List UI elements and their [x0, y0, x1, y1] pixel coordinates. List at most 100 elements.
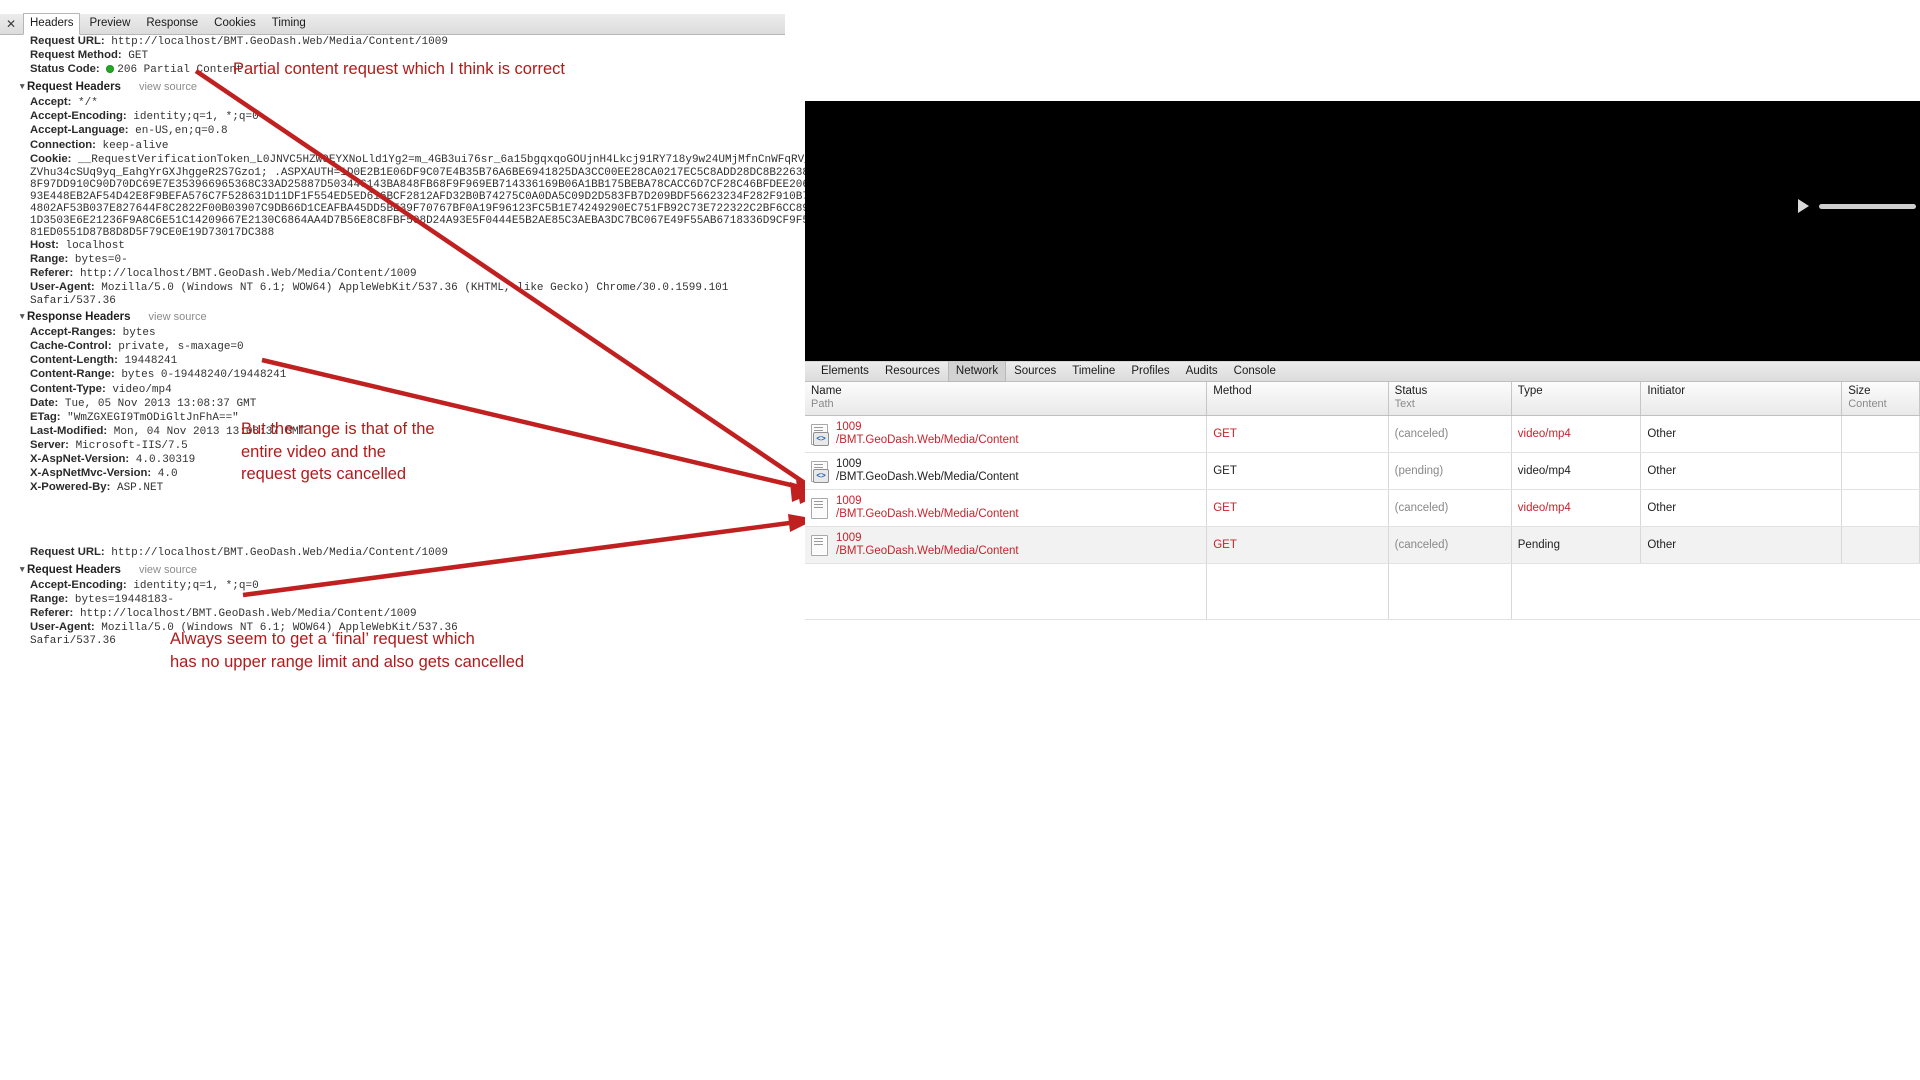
tab-headers[interactable]: Headers	[23, 13, 81, 35]
tab-timing[interactable]: Timing	[265, 13, 313, 35]
header-key: Host:	[30, 238, 59, 251]
cell-method: GET	[1206, 489, 1389, 527]
cell-type: video/mp4	[1511, 489, 1642, 527]
header-value: bytes=0-	[74, 253, 128, 266]
col-main: Name	[811, 385, 842, 397]
header-value: localhost	[65, 239, 125, 252]
header-key: X-AspNet-Version:	[30, 452, 130, 465]
request-path: /BMT.GeoDash.Web/Media/Content	[836, 545, 1019, 557]
column-header-initiator[interactable]: Initiator	[1640, 382, 1843, 416]
column-header-size[interactable]: Size Content	[1841, 382, 1920, 416]
tab-network[interactable]: Network	[947, 361, 1007, 382]
view-source-link[interactable]: view source	[139, 81, 197, 93]
table-row[interactable]: <> 1009 /BMT.GeoDash.Web/Media/Content G…	[805, 415, 1920, 453]
video-player[interactable]	[805, 101, 1920, 361]
table-row[interactable]: 1009 /BMT.GeoDash.Web/Media/Content GET …	[805, 526, 1920, 564]
col-sub: Text	[1394, 398, 1415, 410]
response-headers-section-title[interactable]: ▼Response Headers view source	[0, 309, 785, 325]
cell-initiator: Other	[1640, 526, 1843, 564]
header-value: ASP.NET	[116, 482, 164, 495]
cookie-value-line: 4802AF53B037E827644F8C2822F00B03907C9DB6…	[30, 202, 889, 215]
column-header-method[interactable]: Method	[1206, 382, 1389, 416]
cell-method: GET	[1206, 415, 1389, 453]
header-value: identity;q=1, *;q=0	[133, 111, 259, 124]
table-row[interactable]: 1009 /BMT.GeoDash.Web/Media/Content GET …	[805, 489, 1920, 527]
cell-name[interactable]: 1009 /BMT.GeoDash.Web/Media/Content	[805, 526, 1208, 564]
column-header-name[interactable]: Name Path	[805, 382, 1208, 416]
close-icon[interactable]: ✕	[0, 17, 22, 31]
header-value: 19448241	[124, 355, 178, 368]
header-row: Accept-Encoding: identity;q=1, *;q=0	[0, 579, 785, 593]
tab-response[interactable]: Response	[139, 13, 205, 35]
cookie-value-line: 1D3503E6E21236F9A8C6E51C14209667E2130C68…	[30, 214, 889, 227]
cell-name[interactable]: <> 1009 /BMT.GeoDash.Web/Media/Content	[805, 452, 1208, 490]
section-label: Request Headers	[27, 564, 121, 577]
header-key: Accept-Encoding:	[30, 110, 127, 123]
header-value: identity;q=1, *;q=0	[133, 580, 259, 593]
play-icon[interactable]	[1798, 199, 1809, 213]
status-code-label: Status Code:	[30, 63, 100, 76]
cell-name[interactable]: 1009 /BMT.GeoDash.Web/Media/Content	[805, 489, 1208, 527]
video-controls-bar[interactable]	[1790, 191, 1920, 221]
header-row: Connection: keep-alive	[0, 139, 785, 153]
anno-final-request: Always seem to get a ‘final’ request whi…	[170, 630, 525, 671]
request-name: 1009	[836, 421, 862, 433]
header-value: 4.0.30319	[135, 453, 196, 466]
tab-resources[interactable]: Resources	[877, 361, 948, 382]
document-icon	[811, 497, 829, 519]
cell-status: (canceled)	[1388, 489, 1512, 527]
cell-name[interactable]: <> 1009 /BMT.GeoDash.Web/Media/Content	[805, 415, 1208, 453]
header-row: Accept-Ranges: bytes	[0, 326, 785, 340]
cell-method: GET	[1206, 526, 1389, 564]
request-headers-section-title[interactable]: ▼Request Headers view source	[0, 562, 785, 578]
request-path: /BMT.GeoDash.Web/Media/Content	[836, 471, 1019, 483]
cookie-row: Cookie: __RequestVerificationToken_L0JNV…	[0, 152, 897, 167]
cell-size	[1841, 489, 1920, 527]
tab-cookies[interactable]: Cookies	[207, 13, 263, 35]
cell-type: Pending	[1511, 526, 1642, 564]
header-key: Last-Modified:	[30, 424, 108, 437]
cookie-value-line: ZVhu34cSUq9yq_EahgYrGXJhggeR2S7Gzo1; .AS…	[30, 166, 889, 179]
header-value: keep-alive	[102, 139, 169, 152]
column-header-type[interactable]: Type	[1511, 382, 1642, 416]
view-source-link[interactable]: view source	[139, 564, 197, 576]
header-key: Cookie:	[30, 152, 72, 165]
request-name: 1009	[836, 458, 862, 470]
col-main: Size	[1848, 385, 1871, 397]
request-headers-section-title[interactable]: ▼Request Headers view source	[0, 79, 785, 95]
tab-audits[interactable]: Audits	[1178, 361, 1226, 382]
col-main: Status	[1394, 385, 1428, 397]
cell-status	[1388, 563, 1512, 620]
header-row: Range: bytes=0-	[0, 253, 785, 267]
header-row: Referer: http://localhost/BMT.GeoDash.We…	[0, 267, 785, 281]
view-source-link[interactable]: view source	[149, 311, 207, 323]
anno-partial-content: Partial content request which I think is…	[233, 60, 565, 78]
tab-preview[interactable]: Preview	[82, 13, 137, 35]
header-value: "WmZGXEGI9TmODiGltJnFhA=="	[67, 411, 239, 424]
header-key: User-Agent:	[30, 621, 95, 634]
document-code-icon: <>	[811, 460, 829, 483]
header-key: Content-Range:	[30, 368, 115, 381]
table-header-row: Name Path Method Status Text Type Initiato…	[805, 382, 1920, 416]
cell-initiator: Other	[1640, 489, 1843, 527]
tab-console[interactable]: Console	[1226, 361, 1284, 382]
status-code-value: 206 Partial Content	[117, 64, 243, 77]
tab-timeline[interactable]: Timeline	[1064, 361, 1123, 382]
column-header-status[interactable]: Status Text	[1388, 382, 1512, 416]
cell-status: (pending)	[1388, 452, 1512, 490]
header-key: Accept-Encoding:	[30, 579, 127, 592]
tab-profiles[interactable]: Profiles	[1123, 361, 1177, 382]
col-sub: Path	[811, 398, 834, 410]
tab-elements[interactable]: Elements	[813, 361, 877, 382]
cell-type: video/mp4	[1511, 415, 1642, 453]
headers-tabstrip: ✕ Headers Preview Response Cookies Timin…	[0, 13, 785, 35]
table-row[interactable]: <> 1009 /BMT.GeoDash.Web/Media/Content G…	[805, 452, 1920, 490]
tab-sources[interactable]: Sources	[1006, 361, 1064, 382]
header-row: Content-Length: 19448241	[0, 354, 785, 368]
header-row: User-Agent: Mozilla/5.0 (Windows NT 6.1;…	[0, 281, 785, 295]
seek-bar[interactable]	[1819, 203, 1916, 209]
header-key: X-AspNetMvc-Version:	[30, 467, 152, 480]
header-key: Range:	[30, 252, 69, 265]
chevron-down-icon: ▼	[18, 564, 27, 575]
request-path: /BMT.GeoDash.Web/Media/Content	[836, 434, 1019, 446]
